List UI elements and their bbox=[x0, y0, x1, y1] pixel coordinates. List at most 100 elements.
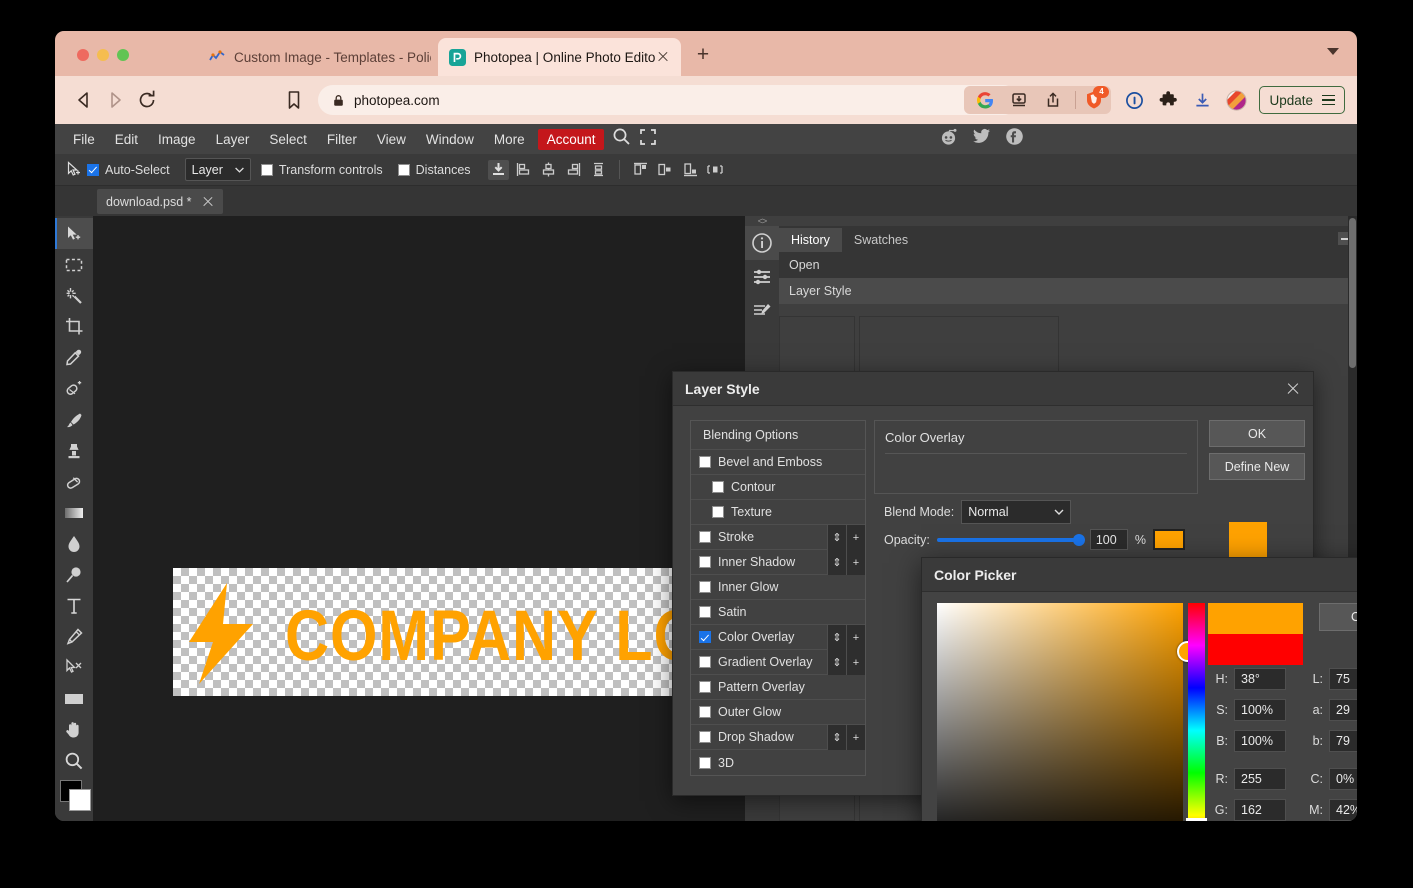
background-color-swatch[interactable] bbox=[69, 789, 91, 811]
brave-shield-icon[interactable]: 4 bbox=[1081, 86, 1110, 113]
menu-window[interactable]: Window bbox=[416, 128, 484, 151]
tool-clone-stamp[interactable] bbox=[55, 435, 93, 466]
fx-inner-glow[interactable]: Inner Glow bbox=[691, 575, 865, 600]
new-tab-button[interactable]: + bbox=[692, 44, 714, 66]
green-input[interactable]: 162 bbox=[1234, 799, 1286, 821]
fx-add-button[interactable]: + bbox=[846, 525, 865, 550]
distribute-v-icon[interactable] bbox=[588, 160, 609, 180]
fx-reorder-button[interactable]: ⇕ bbox=[827, 525, 846, 550]
info-circle-icon[interactable] bbox=[1119, 85, 1149, 115]
cyan-input[interactable]: 0% bbox=[1329, 768, 1357, 790]
fx-reorder-button[interactable]: ⇕ bbox=[827, 725, 846, 750]
url-input[interactable]: photopea.com bbox=[318, 85, 1018, 115]
ok-button[interactable]: OK bbox=[1209, 420, 1305, 447]
menu-more[interactable]: More bbox=[484, 128, 535, 151]
update-button[interactable]: Update bbox=[1259, 86, 1345, 114]
fx-checkbox[interactable] bbox=[699, 531, 711, 543]
fx-checkbox[interactable] bbox=[699, 756, 711, 769]
save-to-pocket-icon[interactable] bbox=[1004, 85, 1034, 115]
tool-crop[interactable] bbox=[55, 311, 93, 342]
tool-marquee[interactable] bbox=[55, 249, 93, 280]
window-close-button[interactable] bbox=[77, 49, 89, 61]
menu-file[interactable]: File bbox=[63, 128, 105, 151]
fx-checkbox[interactable] bbox=[699, 681, 711, 693]
align-right-icon[interactable] bbox=[563, 160, 584, 180]
fx-checkbox[interactable] bbox=[699, 581, 711, 593]
hue-slider-knob[interactable] bbox=[1186, 818, 1207, 821]
fx-checkbox[interactable] bbox=[712, 481, 724, 493]
tool-zoom[interactable] bbox=[55, 745, 93, 776]
fx-add-button[interactable]: + bbox=[846, 550, 865, 575]
fx-checkbox[interactable] bbox=[699, 631, 711, 643]
fx-inner-shadow[interactable]: Inner Shadow ⇕ + bbox=[691, 550, 865, 575]
fx-checkbox[interactable] bbox=[699, 556, 711, 568]
distribute-h-icon[interactable] bbox=[705, 160, 726, 180]
twitter-icon[interactable] bbox=[972, 127, 991, 151]
chevron-down-icon[interactable] bbox=[1327, 48, 1339, 55]
opacity-slider-knob[interactable] bbox=[1072, 533, 1085, 546]
tool-blur[interactable] bbox=[55, 528, 93, 559]
align-center-h-icon[interactable] bbox=[538, 160, 559, 180]
tab-history[interactable]: History bbox=[779, 228, 842, 252]
menu-view[interactable]: View bbox=[367, 128, 416, 151]
fx-gradient-overlay[interactable]: Gradient Overlay ⇕ + bbox=[691, 650, 865, 675]
tool-screenshot[interactable] bbox=[55, 816, 93, 821]
fullscreen-icon[interactable] bbox=[639, 128, 657, 151]
account-button[interactable]: Account bbox=[537, 128, 605, 150]
auto-select-checkbox[interactable] bbox=[87, 163, 99, 176]
tool-move[interactable] bbox=[55, 218, 93, 249]
auto-select-scope-dropdown[interactable]: Layer bbox=[184, 158, 251, 181]
close-icon[interactable] bbox=[1285, 381, 1301, 397]
share-icon[interactable] bbox=[1038, 85, 1068, 115]
fx-checkbox[interactable] bbox=[699, 456, 711, 468]
google-icon[interactable] bbox=[970, 85, 1000, 115]
forward-icon[interactable] bbox=[104, 89, 126, 111]
info-panel-icon[interactable] bbox=[745, 226, 779, 260]
fx-checkbox[interactable] bbox=[699, 706, 711, 718]
back-icon[interactable] bbox=[73, 89, 95, 111]
fx-satin[interactable]: Satin bbox=[691, 600, 865, 625]
download-icon[interactable] bbox=[1187, 85, 1217, 115]
lab-b-input[interactable]: 79 bbox=[1329, 730, 1357, 752]
fx-contour[interactable]: Contour bbox=[691, 475, 865, 500]
tool-gradient[interactable] bbox=[55, 497, 93, 528]
hue-input[interactable]: 38° bbox=[1234, 668, 1286, 690]
fx-bevel-and-emboss[interactable]: Bevel and Emboss bbox=[691, 450, 865, 475]
fx-checkbox[interactable] bbox=[699, 731, 711, 743]
fx-add-button[interactable]: + bbox=[846, 625, 865, 650]
fx-reorder-button[interactable]: ⇕ bbox=[827, 650, 846, 675]
distances-checkbox[interactable] bbox=[397, 163, 410, 176]
tool-dodge[interactable] bbox=[55, 559, 93, 590]
opacity-value-input[interactable]: 100 bbox=[1089, 529, 1128, 550]
browser-tab-active[interactable]: Photopea | Online Photo Editor bbox=[438, 38, 681, 76]
tool-pen[interactable] bbox=[55, 621, 93, 652]
magenta-input[interactable]: 42% bbox=[1329, 799, 1357, 821]
blend-mode-dropdown[interactable]: Normal bbox=[961, 500, 1072, 524]
hue-strip[interactable] bbox=[1188, 603, 1205, 821]
tool-hand[interactable] bbox=[55, 714, 93, 745]
align-collapse-icon[interactable] bbox=[487, 159, 509, 180]
profile-avatar[interactable] bbox=[1221, 85, 1251, 115]
fx-texture[interactable]: Texture bbox=[691, 500, 865, 525]
fx-add-button[interactable]: + bbox=[846, 650, 865, 675]
history-item[interactable]: Open bbox=[779, 252, 1357, 278]
fx-3d[interactable]: 3D bbox=[691, 750, 865, 775]
browser-tab-inactive[interactable]: Custom Image - Templates - Policie bbox=[198, 38, 441, 76]
red-input[interactable]: 255 bbox=[1234, 768, 1286, 790]
opacity-slider[interactable] bbox=[936, 533, 1085, 546]
menu-select[interactable]: Select bbox=[259, 128, 317, 151]
menu-filter[interactable]: Filter bbox=[317, 128, 367, 151]
color-picker-ok-button[interactable]: OK bbox=[1319, 603, 1357, 631]
define-new-button[interactable]: Define New bbox=[1209, 453, 1305, 480]
tool-healing-brush[interactable] bbox=[55, 373, 93, 404]
reload-icon[interactable] bbox=[136, 89, 158, 111]
align-left-icon[interactable] bbox=[513, 160, 534, 180]
fx-drop-shadow[interactable]: Drop Shadow ⇕ + bbox=[691, 725, 865, 750]
fx-pattern-overlay[interactable]: Pattern Overlay bbox=[691, 675, 865, 700]
fx-reorder-button[interactable]: ⇕ bbox=[827, 625, 846, 650]
fx-outer-glow[interactable]: Outer Glow bbox=[691, 700, 865, 725]
transform-controls-checkbox[interactable] bbox=[260, 163, 273, 176]
overlay-color-swatch[interactable] bbox=[1152, 529, 1185, 550]
menu-edit[interactable]: Edit bbox=[105, 128, 148, 151]
fx-reorder-button[interactable]: ⇕ bbox=[827, 550, 846, 575]
